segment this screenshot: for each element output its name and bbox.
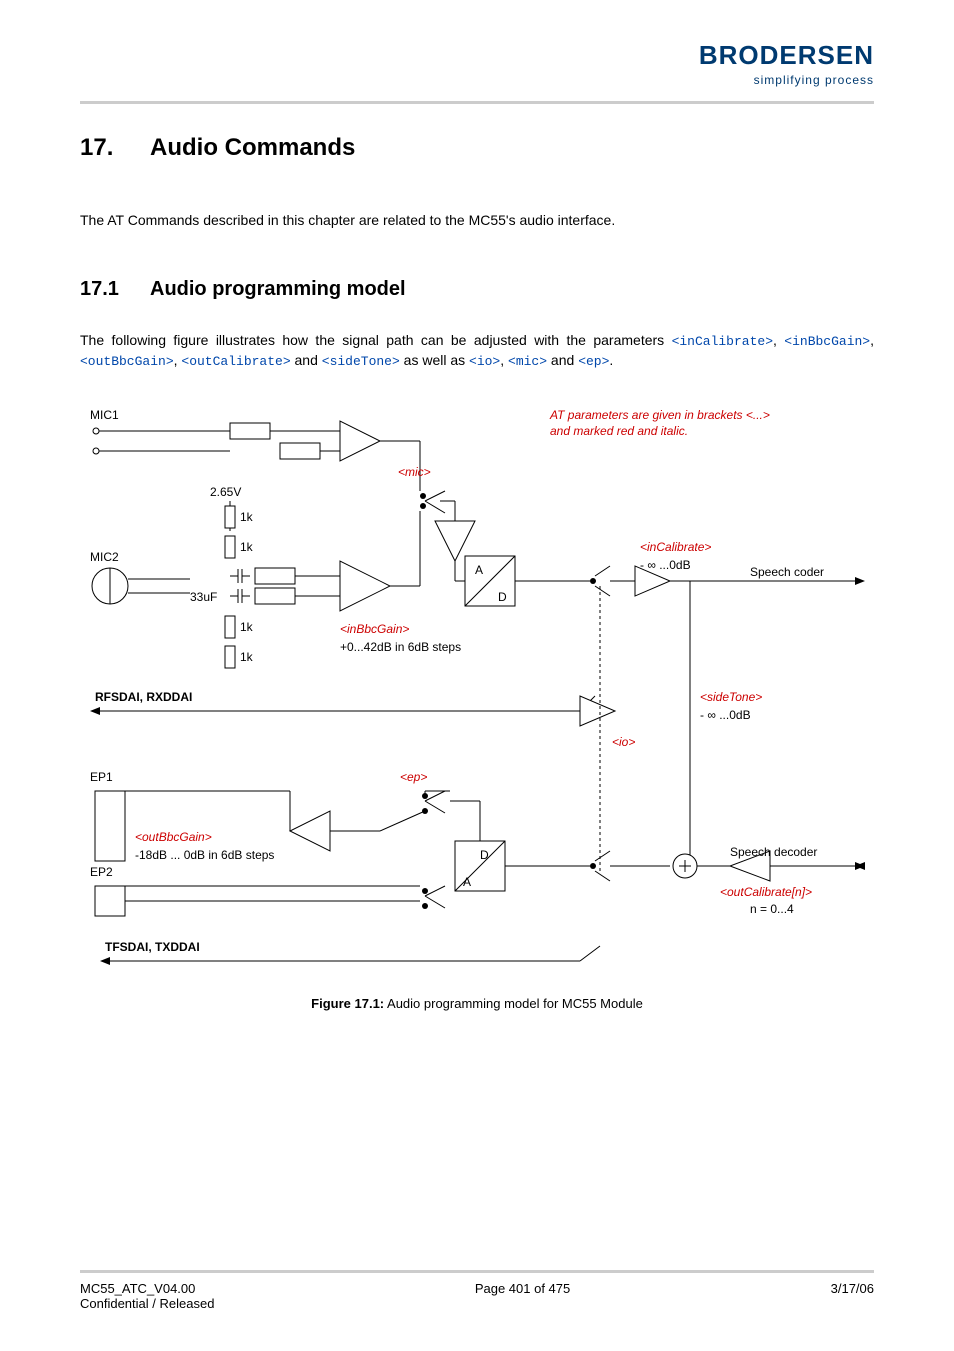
- chapter-title: Audio Commands: [150, 134, 355, 161]
- page-header: BRODERSEN simplifying process: [80, 40, 874, 97]
- footer-page-number: Page 401 of 475: [475, 1281, 570, 1311]
- param-mic: <mic>: [508, 354, 547, 369]
- label-tfsdai: TFSDAI, TXDDAI: [105, 940, 200, 954]
- figure: AT parameters are given in brackets <...…: [80, 401, 874, 976]
- section-paragraph: The following figure illustrates how the…: [80, 331, 874, 371]
- sep: and: [547, 352, 578, 368]
- footer-doc-id: MC55_ATC_V04.00: [80, 1281, 214, 1296]
- param-io: <io>: [469, 354, 500, 369]
- param-incalibrate: <inCalibrate>: [672, 334, 773, 349]
- label-outbbcgain: <outBbcGain>: [135, 830, 212, 844]
- footer-confidentiality: Confidential / Released: [80, 1296, 214, 1311]
- label-speech-coder: Speech coder: [750, 565, 824, 579]
- label-d2: D: [480, 848, 489, 862]
- brand-logo: BRODERSEN simplifying process: [699, 40, 874, 87]
- label-sidetone-range: - ∞ ...0dB: [700, 708, 751, 722]
- label-outbbcgain-range: -18dB ... 0dB in 6dB steps: [135, 848, 274, 862]
- param-inbbcgain: <inBbcGain>: [784, 334, 870, 349]
- label-ep2: EP2: [90, 865, 113, 879]
- param-ep: <ep>: [578, 354, 609, 369]
- sep: and: [291, 352, 322, 368]
- label-inbbcgain: <inBbcGain>: [340, 622, 409, 636]
- label-1k: 1k: [240, 650, 254, 664]
- param-sidetone: <sideTone>: [322, 354, 400, 369]
- label-33uf: 33uF: [190, 590, 217, 604]
- section-number: 17.1: [80, 278, 150, 301]
- label-inbbcgain-range: +0...42dB in 6dB steps: [340, 640, 461, 654]
- label-voltage: 2.65V: [210, 485, 241, 499]
- label-outcalibrate-range: n = 0...4: [750, 902, 794, 916]
- label-incalibrate-range: - ∞ ...0dB: [640, 558, 691, 572]
- label-d: D: [498, 590, 507, 604]
- label-1k: 1k: [240, 620, 254, 634]
- label-speech-decoder: Speech decoder: [730, 845, 817, 859]
- audio-diagram: AT parameters are given in brackets <...…: [80, 401, 870, 971]
- label-outcalibrate: <outCalibrate[n]>: [720, 885, 812, 899]
- sep: ,: [773, 332, 784, 348]
- chapter-number: 17.: [80, 134, 150, 162]
- sep: ,: [500, 352, 508, 368]
- label-mic2: MIC2: [90, 550, 119, 564]
- sep: as well as: [400, 352, 469, 368]
- label-mic1: MIC1: [90, 408, 119, 422]
- label-incalibrate: <inCalibrate>: [640, 540, 711, 554]
- section-heading: 17.1Audio programming model: [80, 278, 874, 301]
- label-ep-param: <ep>: [400, 770, 427, 784]
- brand-name: BRODERSEN: [699, 40, 874, 71]
- footer-date: 3/17/06: [831, 1281, 874, 1311]
- label-io: <io>: [612, 735, 635, 749]
- chapter-heading: 17.Audio Commands: [80, 134, 874, 162]
- figure-caption: Figure 17.1: Audio programming model for…: [80, 996, 874, 1011]
- chapter-intro: The AT Commands described in this chapte…: [80, 212, 874, 228]
- label-a2: A: [463, 875, 471, 889]
- diagram-note1: AT parameters are given in brackets <...…: [549, 408, 770, 422]
- figure-caption-text: Audio programming model for MC55 Module: [384, 996, 643, 1011]
- param-outcalibrate: <outCalibrate>: [181, 354, 290, 369]
- para-lead: The following figure illustrates how the…: [80, 332, 672, 348]
- label-rfsdai: RFSDAI, RXDDAI: [95, 690, 192, 704]
- figure-caption-label: Figure 17.1:: [311, 996, 384, 1011]
- label-1k: 1k: [240, 510, 254, 524]
- diagram-note2: and marked red and italic.: [550, 424, 688, 438]
- section-title: Audio programming model: [150, 278, 406, 300]
- page-footer: MC55_ATC_V04.00 Confidential / Released …: [80, 1270, 874, 1311]
- label-sidetone: <sideTone>: [700, 690, 762, 704]
- footer-rule: [80, 1270, 874, 1273]
- label-a: A: [475, 563, 483, 577]
- brand-tagline: simplifying process: [699, 73, 874, 87]
- label-ep1: EP1: [90, 770, 113, 784]
- header-rule: [80, 101, 874, 104]
- param-outbbcgain: <outBbcGain>: [80, 354, 174, 369]
- label-mic-param: <mic>: [398, 465, 431, 479]
- sep: .: [609, 352, 613, 368]
- sep: ,: [870, 332, 874, 348]
- label-1k: 1k: [240, 540, 254, 554]
